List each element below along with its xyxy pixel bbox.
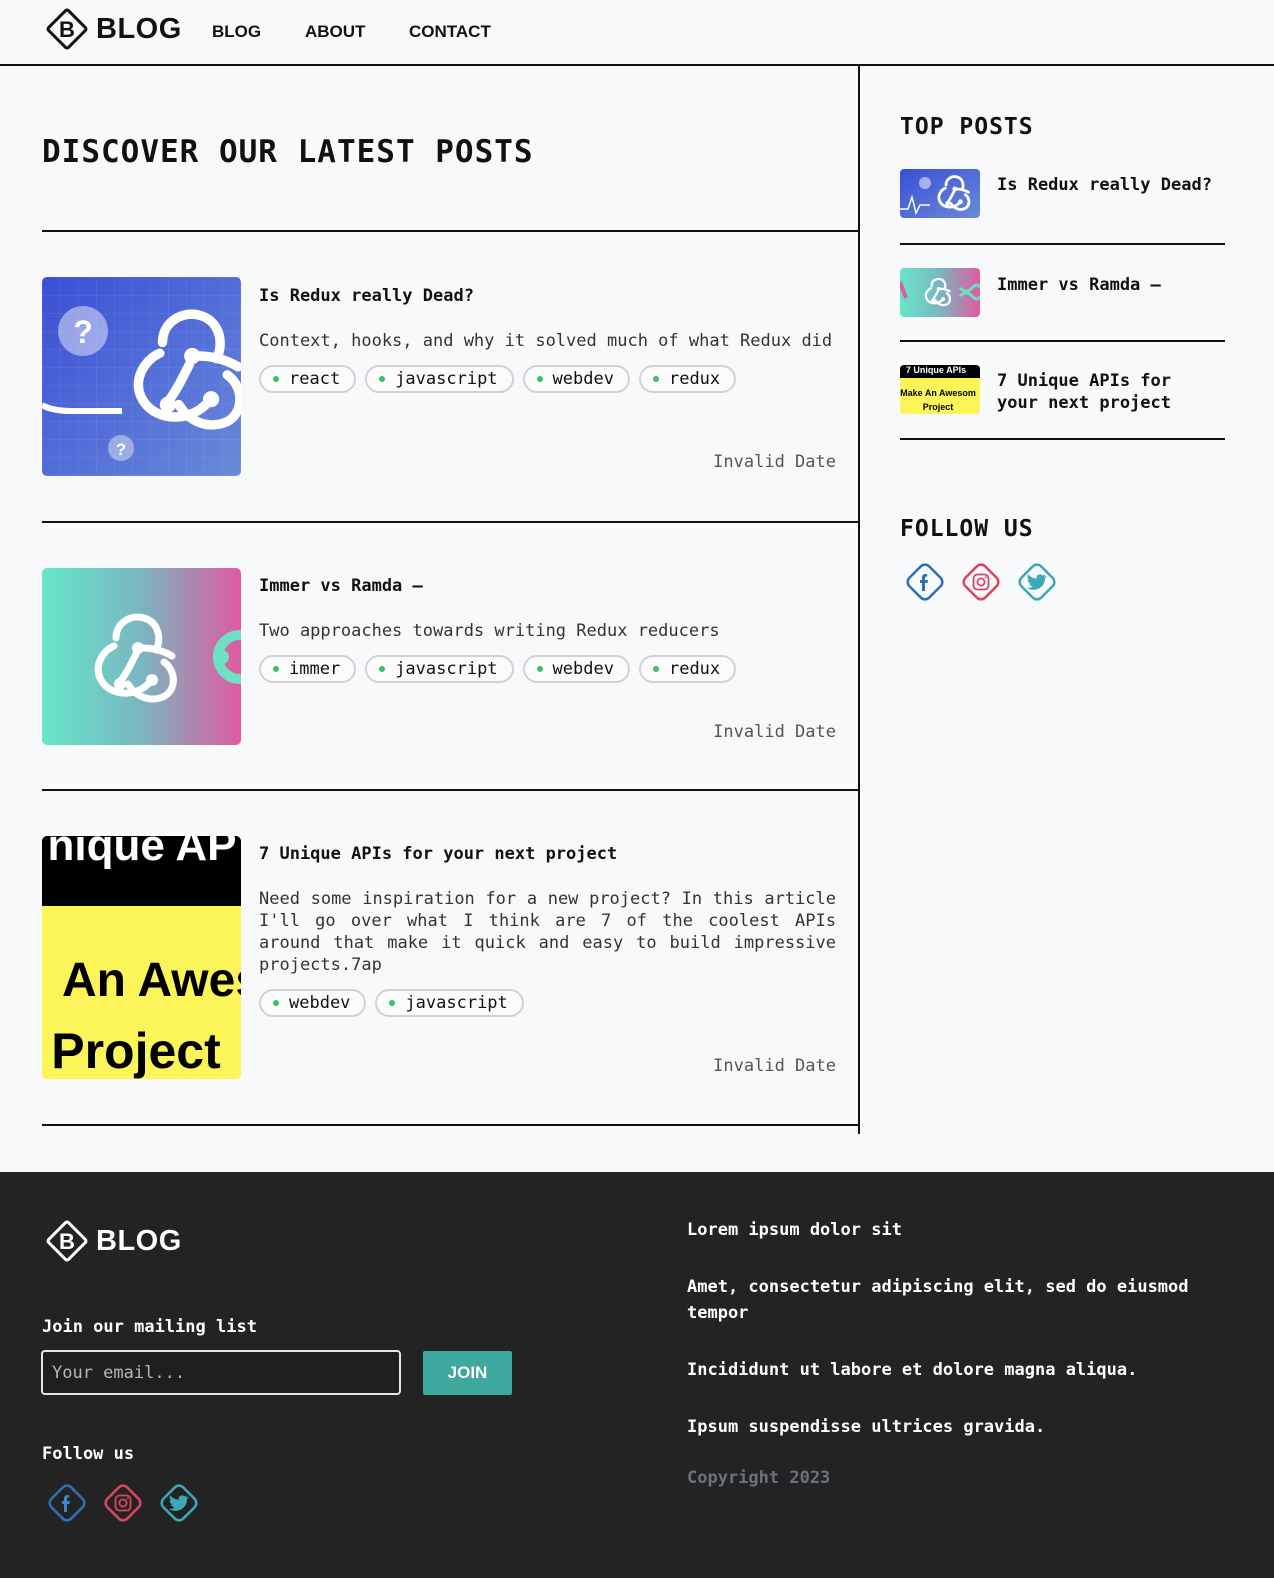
- thumb-text: Make An Awesom: [900, 388, 976, 398]
- page-title: DISCOVER OUR LATEST POSTS: [42, 134, 534, 170]
- email-input[interactable]: [41, 1350, 401, 1395]
- facebook-icon[interactable]: [902, 559, 948, 605]
- top-post-item[interactable]: Immer vs Ramda –: [900, 268, 1225, 318]
- post-date: Invalid Date: [713, 452, 836, 472]
- svg-text:?: ?: [73, 314, 93, 350]
- tag-dot-icon: [379, 376, 386, 382]
- post-description: Two approaches towards writing Redux red…: [259, 621, 720, 641]
- post-date: Invalid Date: [713, 722, 836, 742]
- tag-chip[interactable]: javascript: [375, 989, 524, 1017]
- tag-chip[interactable]: javascript: [365, 365, 514, 393]
- facebook-icon[interactable]: [44, 1480, 90, 1526]
- divider: [42, 789, 860, 791]
- top-post-title[interactable]: Is Redux really Dead?: [997, 174, 1217, 196]
- tag-chip[interactable]: webdev: [522, 365, 630, 393]
- tag-dot-icon: [273, 666, 279, 672]
- nav-about[interactable]: ABOUT: [305, 22, 365, 42]
- thumb-text: Project: [51, 1023, 221, 1079]
- post-title[interactable]: Immer vs Ramda –: [259, 576, 836, 596]
- tag-chip[interactable]: immer: [259, 655, 357, 683]
- footer-social-links: [44, 1480, 202, 1526]
- twitter-icon[interactable]: [156, 1480, 202, 1526]
- thumb-text: Project: [923, 402, 954, 412]
- tag-dot-icon: [536, 376, 543, 382]
- divider: [42, 521, 860, 523]
- copyright: Copyright 2023: [687, 1468, 831, 1488]
- thumb-text: An Awes: [62, 954, 241, 1007]
- top-post-title[interactable]: 7 Unique APIs for your next project: [997, 370, 1217, 414]
- post-title[interactable]: 7 Unique APIs for your next project: [259, 844, 836, 864]
- thumb-text: nique AP: [47, 836, 236, 870]
- twitter-icon[interactable]: [1014, 559, 1060, 605]
- tag-dot-icon: [536, 666, 543, 672]
- tag-dot-icon: [379, 666, 386, 672]
- top-post-item[interactable]: Is Redux really Dead?: [900, 169, 1225, 219]
- nav-contact[interactable]: CONTACT: [409, 22, 491, 42]
- divider: [900, 243, 1225, 245]
- post-date: Invalid Date: [713, 1056, 836, 1076]
- logo-text: BLOG: [96, 12, 182, 45]
- top-post-thumbnail[interactable]: [900, 169, 980, 218]
- top-post-item[interactable]: 7 Unique APIs Make An Awesom Project 7 U…: [900, 365, 1225, 415]
- post-thumbnail[interactable]: ? ?: [42, 277, 241, 476]
- post-thumbnail[interactable]: [42, 568, 241, 745]
- mailing-list-label: Join our mailing list: [42, 1317, 257, 1337]
- follow-us-heading: FOLLOW US: [900, 516, 1034, 542]
- tag-chip[interactable]: javascript: [365, 655, 514, 683]
- logo-text: BLOG: [96, 1224, 182, 1257]
- tag-dot-icon: [273, 376, 279, 382]
- post-description: Context, hooks, and why it solved much o…: [259, 331, 833, 351]
- footer-link[interactable]: Ipsum suspendisse ultrices gravida.: [687, 1414, 1207, 1440]
- tag-chip[interactable]: react: [259, 365, 357, 393]
- instagram-icon[interactable]: [958, 559, 1004, 605]
- join-button[interactable]: JOIN: [423, 1351, 512, 1395]
- nav-blog[interactable]: BLOG: [212, 22, 261, 42]
- social-links: [902, 559, 1060, 605]
- tag-list: immer javascript webdev redux: [259, 655, 836, 683]
- site-footer: B BLOG Join our mailing list JOIN Follow…: [0, 1172, 1274, 1578]
- post-title[interactable]: Is Redux really Dead?: [259, 286, 836, 306]
- tag-list: webdev javascript: [259, 989, 836, 1017]
- post-card[interactable]: nique AP An Awes Project 7 Unique APIs f…: [42, 836, 836, 1080]
- post-card[interactable]: ? ? Is Redux really Dead? Context, hooks…: [42, 277, 836, 477]
- top-posts-heading: TOP POSTS: [900, 114, 1034, 140]
- site-logo[interactable]: B BLOG: [42, 4, 182, 54]
- thumb-text: 7 Unique APIs: [906, 365, 966, 375]
- top-post-thumbnail[interactable]: [900, 268, 980, 317]
- tag-chip[interactable]: webdev: [522, 655, 630, 683]
- logo-diamond-icon: B: [46, 1220, 88, 1262]
- divider: [42, 1124, 860, 1126]
- divider: [900, 340, 1225, 342]
- top-post-title[interactable]: Immer vs Ramda –: [997, 274, 1217, 296]
- tag-dot-icon: [652, 666, 659, 672]
- site-header: B BLOG BLOG ABOUT CONTACT: [0, 0, 1274, 66]
- tag-chip[interactable]: webdev: [259, 989, 367, 1017]
- tag-dot-icon: [389, 1000, 396, 1006]
- instagram-icon[interactable]: [100, 1480, 146, 1526]
- posts-column: DISCOVER OUR LATEST POSTS ? ? Is Redux r…: [0, 66, 860, 1134]
- divider: [42, 230, 860, 232]
- logo-letter: B: [59, 1229, 75, 1254]
- post-card[interactable]: Immer vs Ramda – Two approaches towards …: [42, 568, 836, 746]
- tag-list: react javascript webdev redux: [259, 365, 836, 393]
- footer-logo[interactable]: B BLOG: [42, 1216, 182, 1266]
- logo-diamond-icon: B: [46, 8, 88, 50]
- post-description: Need some inspiration for a new project?…: [259, 889, 836, 975]
- footer-link[interactable]: Amet, consectetur adipiscing elit, sed d…: [687, 1274, 1207, 1326]
- tag-chip[interactable]: redux: [638, 655, 737, 683]
- divider: [900, 438, 1225, 440]
- logo-letter: B: [59, 17, 75, 42]
- tag-chip[interactable]: redux: [638, 365, 737, 393]
- tag-dot-icon: [273, 1000, 279, 1006]
- footer-link[interactable]: Incididunt ut labore et dolore magna ali…: [687, 1357, 1207, 1383]
- top-post-thumbnail[interactable]: 7 Unique APIs Make An Awesom Project: [900, 365, 980, 414]
- post-thumbnail[interactable]: nique AP An Awes Project: [42, 836, 241, 1079]
- svg-text:?: ?: [116, 440, 126, 459]
- tag-dot-icon: [652, 376, 659, 382]
- footer-follow-label: Follow us: [42, 1444, 135, 1464]
- footer-link[interactable]: Lorem ipsum dolor sit: [687, 1217, 1207, 1243]
